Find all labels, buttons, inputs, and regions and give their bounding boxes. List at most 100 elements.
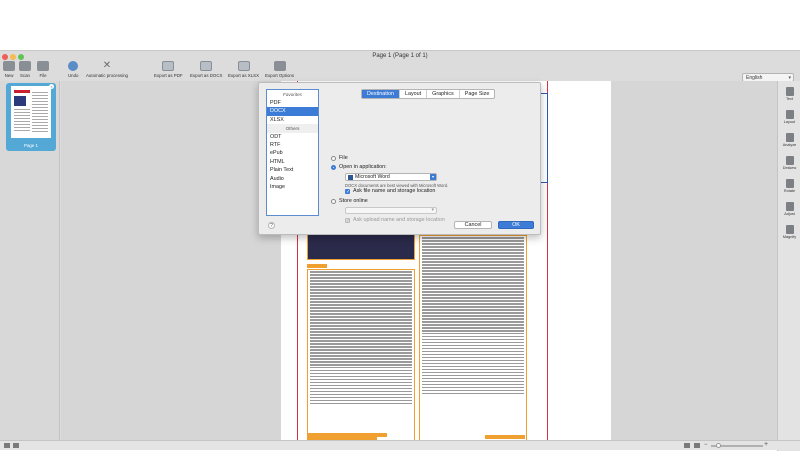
page-view-icon[interactable] (684, 443, 690, 448)
export-options-dialog: Favorites PDF DOCX XLSX Others ODT RTF e… (258, 82, 541, 235)
text-icon (785, 87, 794, 96)
magnify-tool[interactable]: Magnify (778, 225, 800, 239)
rotate-icon (785, 179, 794, 188)
analyze-icon (785, 133, 794, 142)
text-region-left[interactable] (307, 269, 415, 441)
tab-destination[interactable]: Destination (362, 90, 400, 98)
ask-upload-name-label: Ask upload name and storage location (353, 217, 445, 223)
scanner-icon (19, 61, 31, 71)
export-xlsx-label: Export as XLSX (228, 73, 259, 78)
application-select[interactable]: Microsoft Word ▾ (345, 173, 437, 181)
format-list[interactable]: Favorites PDF DOCX XLSX Others ODT RTF e… (266, 89, 319, 216)
chevron-down-icon: ▾ (430, 174, 436, 180)
layout-tool[interactable]: Layout (778, 110, 800, 124)
format-item-xlsx[interactable]: XLSX (267, 116, 318, 124)
undo-icon (68, 61, 79, 71)
format-item-html[interactable]: HTML (267, 158, 318, 166)
format-item-odt[interactable]: ODT (267, 133, 318, 141)
magnify-icon (785, 225, 794, 234)
export-pdf-icon (162, 61, 175, 71)
layout-tool-label: Layout (783, 120, 796, 124)
zoom-out-icon[interactable]: − (704, 442, 708, 448)
automatic-processing-button[interactable]: ✕ Automatic processing (86, 60, 128, 79)
radio-store-online[interactable] (331, 199, 336, 204)
fit-width-icon[interactable] (694, 443, 700, 448)
new-button[interactable]: New (3, 61, 15, 78)
export-xlsx-button[interactable]: Export as XLSX (228, 61, 259, 78)
automatic-processing-label: Automatic processing (86, 73, 128, 78)
tab-graphics[interactable]: Graphics (427, 90, 460, 98)
deskew-tool[interactable]: Deskew (778, 156, 800, 170)
word-icon (348, 175, 353, 180)
new-label: New (4, 73, 14, 78)
tab-layout[interactable]: Layout (400, 90, 428, 98)
wand-icon: ✕ (102, 60, 112, 71)
adjust-tool[interactable]: Adjust (778, 202, 800, 216)
page-thumbnail[interactable]: × Page 1 (6, 83, 56, 151)
cancel-button[interactable]: Cancel (454, 221, 492, 229)
export-docx-button[interactable]: Export as DOCX (190, 61, 222, 78)
format-item-epub[interactable]: ePub (267, 149, 318, 157)
export-options-button[interactable]: Export Options (265, 61, 294, 78)
ask-upload-name-checkbox[interactable]: ✓ (345, 218, 350, 224)
thumbnail-sidebar: × Page 1 (0, 81, 60, 441)
online-service-select[interactable] (345, 207, 437, 214)
page-thumbnail-preview (11, 86, 51, 138)
file-button[interactable]: File (37, 61, 49, 78)
undo-button[interactable]: Undo (68, 61, 79, 78)
ok-button[interactable]: OK (498, 221, 534, 229)
rotate-tool-label: Rotate (783, 189, 796, 193)
tab-page-size[interactable]: Page Size (460, 90, 495, 98)
zoom-in-icon[interactable]: + (764, 441, 768, 448)
adjust-icon (785, 202, 794, 211)
close-icon[interactable]: × (49, 84, 54, 89)
format-item-docx[interactable]: DOCX (267, 107, 318, 116)
zoom-slider-knob[interactable] (716, 443, 721, 448)
export-docx-icon (200, 61, 213, 71)
toolbar: New Scan File Undo ✕ Automatic processin… (0, 60, 800, 88)
rotate-tool[interactable]: Rotate (778, 179, 800, 193)
ask-file-name-checkbox[interactable]: ✓ (345, 189, 350, 195)
format-item-rtf[interactable]: RTF (267, 141, 318, 149)
new-icon (3, 61, 15, 71)
thumbnail-label: Page 1 (24, 143, 38, 148)
radio-store-online-label: Store online (339, 198, 368, 204)
radio-open-in-application-label: Open in application: (339, 164, 387, 170)
deskew-icon (785, 156, 794, 165)
deskew-tool-label: Deskew (782, 166, 797, 170)
format-item-audio[interactable]: Audio (267, 175, 318, 183)
page-number-region[interactable] (485, 435, 525, 439)
grid-view-icon[interactable] (13, 443, 19, 448)
scan-button[interactable]: Scan (19, 61, 31, 78)
picture-region[interactable] (307, 232, 415, 260)
right-toolbar: Text Layout Analyze Deskew Rotate Adjust (777, 81, 800, 451)
format-item-image[interactable]: Image (267, 183, 318, 191)
export-options-label: Export Options (265, 73, 295, 78)
list-view-icon[interactable] (4, 443, 10, 448)
help-button[interactable]: ? (268, 222, 275, 229)
layout-icon (785, 110, 794, 119)
text-tool-label: Text (786, 97, 793, 101)
export-xlsx-icon (237, 61, 250, 71)
radio-file-label: File (339, 155, 348, 161)
radio-file[interactable] (331, 156, 336, 161)
folder-icon (37, 61, 49, 71)
analyze-tool-label: Analyze (782, 143, 797, 147)
window-title: Page 1 (Page 1 of 1) (372, 53, 428, 59)
ask-file-name-label: Ask file name and storage location (353, 188, 436, 194)
adjust-tool-label: Adjust (784, 212, 795, 216)
format-item-plain-text[interactable]: Plain Text (267, 166, 318, 174)
app-window: Page 1 (Page 1 of 1) New Scan File Undo … (0, 50, 800, 451)
format-item-pdf[interactable]: PDF (267, 99, 318, 107)
export-docx-label: Export as DOCX (190, 73, 223, 78)
undo-label: Undo (68, 73, 79, 78)
text-tool[interactable]: Text (778, 87, 800, 101)
caption-region[interactable] (307, 264, 327, 268)
file-label: File (39, 73, 47, 78)
screen: Page 1 (Page 1 of 1) New Scan File Undo … (0, 0, 800, 460)
export-pdf-button[interactable]: Export as PDF (154, 61, 183, 78)
radio-open-in-application[interactable] (331, 165, 336, 170)
text-region-right[interactable] (419, 235, 527, 441)
favorites-header: Favorites (283, 92, 302, 97)
analyze-tool[interactable]: Analyze (778, 133, 800, 147)
